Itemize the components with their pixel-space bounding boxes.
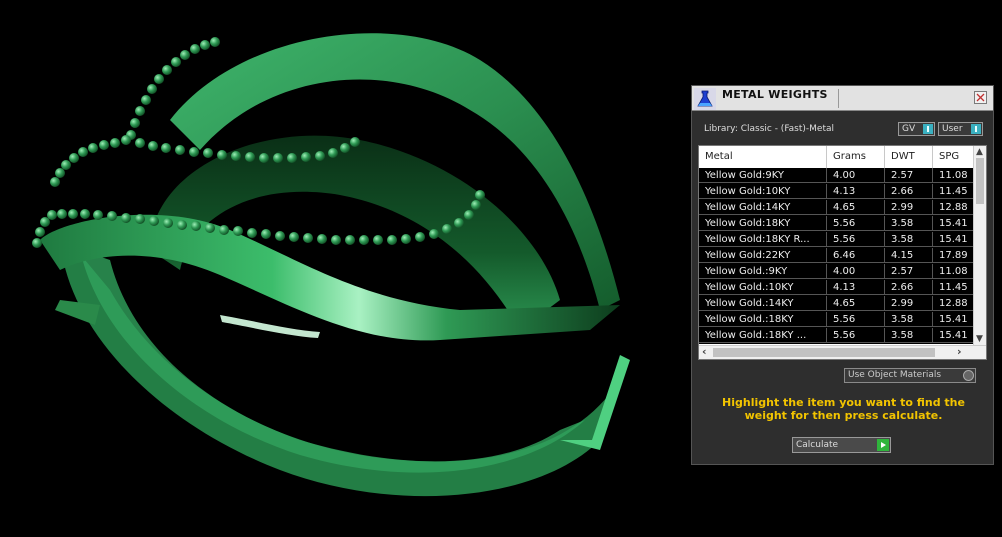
panel-titlebar[interactable]: METAL WEIGHTS [692,86,993,111]
cell-grams: 4.00 [827,168,885,183]
table-row[interactable]: Yellow Gold:18KY 5.56 3.58 15.41 [699,216,974,232]
close-button[interactable] [974,91,987,104]
cell-spg: 15.41 [933,328,974,343]
cell-metal: Yellow Gold:9KY [699,168,827,183]
cell-dwt: 4.15 [885,248,933,263]
cell-spg: 11.08 [933,168,974,183]
cell-grams: 4.13 [827,184,885,199]
metal-weights-panel: METAL WEIGHTS Library: Classic - (Fast)-… [691,85,994,465]
cell-spg: 12.88 [933,296,974,311]
cell-dwt: 3.58 [885,216,933,231]
materials-dropdown-label: Use Object Materials [848,370,942,380]
3d-viewport[interactable] [0,0,690,537]
horizontal-scroll-thumb[interactable] [713,348,935,357]
close-icon [976,93,985,102]
table-row[interactable]: Yellow Gold:9KY 4.00 2.57 11.08 [699,168,974,184]
cell-metal: Yellow Gold:18KY R... [699,232,827,247]
calculate-label: Calculate [796,440,839,450]
cell-spg: 15.41 [933,312,974,327]
library-label: Library: Classic - (Fast)-Metal [704,124,835,134]
user-toggle[interactable]: User [938,122,983,136]
cell-spg: 11.45 [933,184,974,199]
gv-toggle[interactable]: GV [898,122,935,136]
user-toggle-label: User [942,124,963,134]
vertical-scroll-thumb[interactable] [976,158,984,204]
user-toggle-knob [971,124,981,134]
metal-table: Metal Grams DWT SPG Yellow Gold:9KY 4.00 2… [698,145,987,360]
cell-grams: 5.56 [827,312,885,327]
table-row[interactable]: Yellow Gold:18KY R... 5.56 3.58 15.41 [699,232,974,248]
table-row[interactable]: Yellow Gold.:18KY 5.56 3.58 15.41 [699,312,974,328]
panel-title: METAL WEIGHTS [722,88,828,101]
cell-dwt: 3.58 [885,328,933,343]
cell-dwt: 2.57 [885,168,933,183]
cell-dwt: 2.66 [885,184,933,199]
column-header-grams[interactable]: Grams [827,146,885,168]
cell-spg: 17.89 [933,248,974,263]
table-row[interactable]: Yellow Gold.:14KY 4.65 2.99 12.88 [699,296,974,312]
cell-metal: Yellow Gold:10KY [699,184,827,199]
title-divider [838,89,839,108]
table-row[interactable]: Yellow Gold:10KY 4.13 2.66 11.45 [699,184,974,200]
cell-metal: Yellow Gold.:9KY [699,264,827,279]
cell-metal: Yellow Gold:14KY [699,200,827,215]
cell-grams: 4.65 [827,296,885,311]
cell-metal: Yellow Gold.:18KY [699,312,827,327]
horizontal-scrollbar[interactable]: ‹ › [699,345,986,359]
chevron-left-icon[interactable]: ‹ [702,346,707,357]
cell-metal: Yellow Gold.:10KY [699,280,827,295]
table-row[interactable]: Yellow Gold:22KY 6.46 4.15 17.89 [699,248,974,264]
cell-dwt: 2.57 [885,264,933,279]
cell-grams: 5.56 [827,328,885,343]
materials-dropdown[interactable]: Use Object Materials [844,368,976,383]
ring-model [32,33,630,497]
table-row[interactable]: Yellow Gold.:10KY 4.13 2.66 11.45 [699,280,974,296]
flask-icon [694,88,716,110]
cell-dwt: 2.99 [885,200,933,215]
chevron-right-icon[interactable]: › [957,346,962,357]
table-header: Metal Grams DWT SPG [699,146,974,168]
column-header-spg[interactable]: SPG [933,146,974,168]
dropdown-circle-icon [963,370,974,381]
cell-spg: 15.41 [933,232,974,247]
cell-dwt: 3.58 [885,312,933,327]
vertical-scrollbar[interactable]: ▲ ▼ [973,146,986,345]
cell-dwt: 2.66 [885,280,933,295]
cell-metal: Yellow Gold:18KY [699,216,827,231]
cell-grams: 4.13 [827,280,885,295]
table-row[interactable]: Yellow Gold:14KY 4.65 2.99 12.88 [699,200,974,216]
play-arrow-icon [877,439,889,451]
column-header-dwt[interactable]: DWT [885,146,933,168]
cell-grams: 5.56 [827,216,885,231]
cell-grams: 4.65 [827,200,885,215]
cell-dwt: 2.99 [885,296,933,311]
cell-spg: 11.45 [933,280,974,295]
cell-metal: Yellow Gold.:18KY ... [699,328,827,343]
chevron-down-icon[interactable]: ▼ [976,334,983,344]
table-row[interactable]: Yellow Gold.:18KY ... 5.56 3.58 15.41 [699,328,974,344]
cell-spg: 15.41 [933,216,974,231]
cell-grams: 4.00 [827,264,885,279]
cell-spg: 12.88 [933,200,974,215]
cell-metal: Yellow Gold.:14KY [699,296,827,311]
help-text: Highlight the item you want to find the … [722,396,965,422]
cell-metal: Yellow Gold:22KY [699,248,827,263]
gv-toggle-knob [923,124,933,134]
gv-toggle-label: GV [902,124,916,134]
chevron-up-icon[interactable]: ▲ [976,147,983,157]
cell-dwt: 3.58 [885,232,933,247]
column-header-metal[interactable]: Metal [699,146,827,168]
calculate-button[interactable]: Calculate [792,437,891,453]
cell-grams: 5.56 [827,232,885,247]
cell-spg: 11.08 [933,264,974,279]
table-row[interactable]: Yellow Gold.:9KY 4.00 2.57 11.08 [699,264,974,280]
cell-grams: 6.46 [827,248,885,263]
